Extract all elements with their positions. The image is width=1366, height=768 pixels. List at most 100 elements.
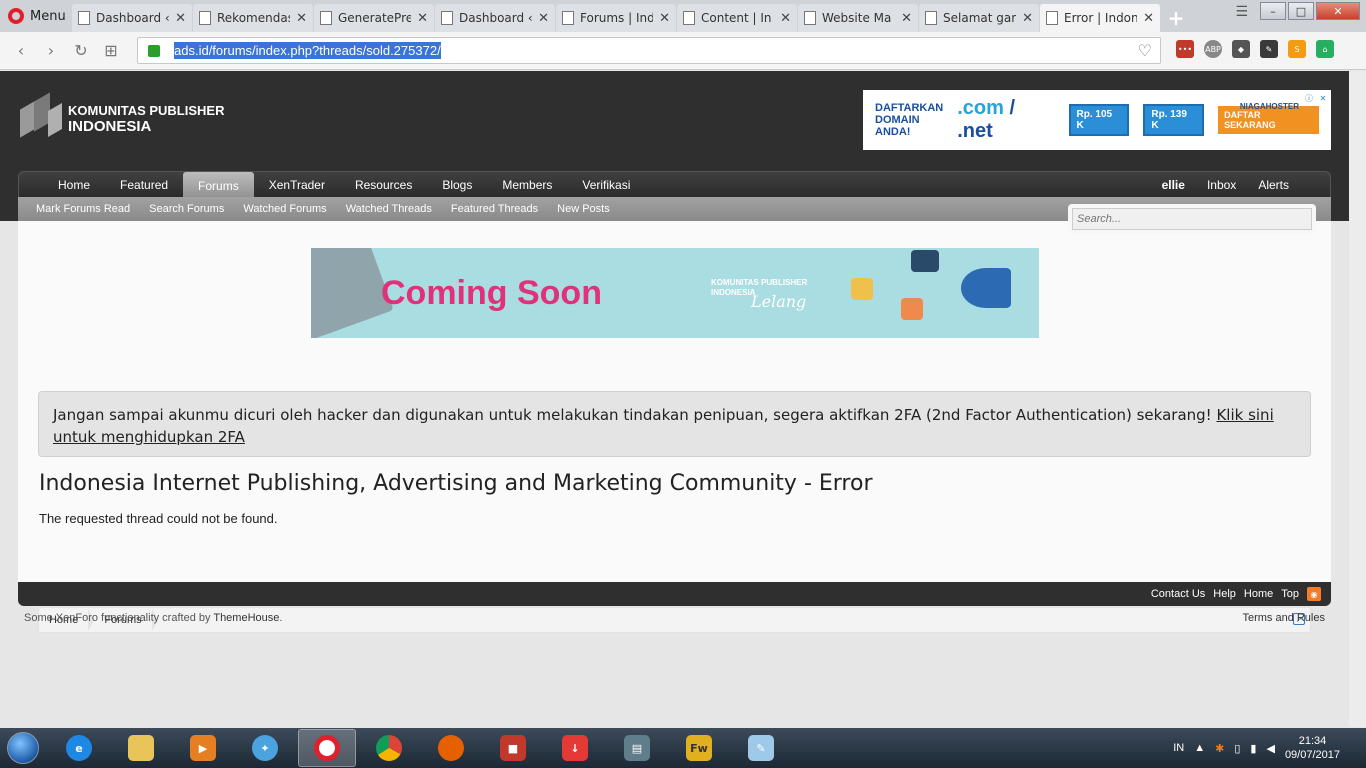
site-logo[interactable]: KOMUNITAS PUBLISHER INDONESIA [20, 92, 224, 145]
start-button[interactable] [0, 728, 46, 768]
page-icon [78, 11, 90, 25]
tray-device-icon[interactable]: ▯ [1234, 742, 1240, 755]
window-close-button[interactable]: ✕ [1316, 2, 1360, 20]
nav-tab-members[interactable]: Members [487, 172, 567, 198]
rss-icon[interactable]: ◉ [1307, 587, 1321, 601]
credit-prefix: Some XenForo functionality crafted by [24, 612, 214, 624]
nav-tab-blogs[interactable]: Blogs [427, 172, 487, 198]
tab-menu-icon[interactable]: ☰ [1235, 4, 1248, 20]
inbox-link[interactable]: Inbox [1196, 172, 1247, 198]
close-icon[interactable]: ✕ [175, 11, 186, 26]
terms-and-rules-link[interactable]: Terms and Rules [1242, 612, 1325, 624]
opera-menu-button[interactable]: Menu [0, 0, 72, 32]
tab-8-active[interactable]: Error | Indon ✕ [1040, 4, 1160, 32]
tab-3[interactable]: Dashboard ‹ ✕ [435, 4, 555, 32]
close-icon[interactable]: ✕ [1143, 11, 1154, 26]
tray-expand-icon[interactable]: ▲ [1194, 742, 1205, 754]
footer-top[interactable]: Top [1281, 588, 1299, 600]
page-icon [441, 11, 453, 25]
url-field[interactable]: ads.id/forums/index.php?threads/sold.275… [137, 37, 1161, 64]
adchoices-icon[interactable]: ⓘ [1303, 92, 1315, 104]
user-menu[interactable]: ellie [1151, 172, 1196, 198]
download-icon: ↓ [562, 735, 588, 761]
taskbar-notes[interactable]: ✎ [732, 729, 790, 767]
signal-icon[interactable]: ▮ [1250, 742, 1256, 755]
search-input[interactable] [1072, 208, 1312, 230]
forward-icon[interactable]: › [36, 41, 66, 60]
alerts-link[interactable]: Alerts [1247, 172, 1300, 198]
page-scrollbar[interactable] [1349, 71, 1366, 727]
taskbar-fireworks[interactable]: Fw [670, 729, 728, 767]
close-icon[interactable]: ✕ [780, 11, 791, 26]
taskbar-opera[interactable] [298, 729, 356, 767]
footer-help[interactable]: Help [1213, 588, 1236, 600]
tray-app-icon[interactable]: ✱ [1215, 742, 1224, 755]
minimize-button[interactable]: – [1260, 2, 1286, 20]
language-indicator[interactable]: IN [1173, 742, 1184, 754]
ad-close-icon[interactable]: ✕ [1317, 92, 1329, 104]
subnav-search-forums[interactable]: Search Forums [149, 203, 224, 215]
close-icon[interactable]: ✕ [417, 11, 428, 26]
windows-taskbar: e ▶ ✦ ■ ↓ ▤ Fw ✎ IN ▲ ✱ ▯ ▮ ◀ 21:34 09/0… [0, 728, 1366, 768]
nav-tab-featured[interactable]: Featured [105, 172, 183, 198]
firefox-icon [438, 735, 464, 761]
tab-label: GeneratePre [338, 11, 412, 25]
tab-6[interactable]: Website Ma ✕ [798, 4, 918, 32]
bookmark-heart-icon[interactable]: ♡ [1138, 41, 1152, 60]
tab-4[interactable]: Forums | Ind ✕ [556, 4, 676, 32]
clock[interactable]: 21:34 09/07/2017 [1285, 734, 1340, 762]
taskbar-window[interactable]: ▤ [608, 729, 666, 767]
subnav-new-posts[interactable]: New Posts [557, 203, 610, 215]
tab-5[interactable]: Content | In ✕ [677, 4, 797, 32]
new-tab-button[interactable]: + [1161, 4, 1191, 32]
close-icon[interactable]: ✕ [659, 11, 670, 26]
tab-2[interactable]: GeneratePre ✕ [314, 4, 434, 32]
internet-explorer-icon: e [66, 735, 92, 761]
search-box [1068, 204, 1316, 234]
tab-1[interactable]: Rekomendas ✕ [193, 4, 313, 32]
page-icon [925, 11, 937, 25]
taskbar-explorer[interactable] [112, 729, 170, 767]
adblock-icon[interactable]: ABP [1204, 40, 1222, 58]
home-extension-icon[interactable]: ⌂ [1316, 40, 1334, 58]
tab-label: Selamat gan [943, 11, 1017, 25]
subnav-mark-forums-read[interactable]: Mark Forums Read [36, 203, 130, 215]
url-text[interactable]: ads.id/forums/index.php?threads/sold.275… [174, 42, 441, 59]
nav-tab-xentrader[interactable]: XenTrader [254, 172, 340, 198]
speed-dial-icon[interactable]: ⊞ [96, 41, 126, 60]
nav-tab-home[interactable]: Home [43, 172, 105, 198]
volume-icon[interactable]: ◀ [1266, 742, 1274, 755]
subnav-watched-forums[interactable]: Watched Forums [243, 203, 326, 215]
evernote-icon[interactable]: ✎ [1260, 40, 1278, 58]
taskbar-media[interactable]: ▶ [174, 729, 232, 767]
reload-icon[interactable]: ↻ [66, 41, 96, 60]
nav-tab-forums[interactable]: Forums [183, 172, 254, 199]
close-icon[interactable]: ✕ [296, 11, 307, 26]
nav-tab-verifikasi[interactable]: Verifikasi [567, 172, 645, 198]
nav-tab-resources[interactable]: Resources [340, 172, 427, 198]
taskbar-ie[interactable]: e [50, 729, 108, 767]
taskbar-downloader[interactable]: ↓ [546, 729, 604, 767]
close-icon[interactable]: ✕ [1022, 11, 1033, 26]
close-icon[interactable]: ✕ [538, 11, 549, 26]
footer-contact-us[interactable]: Contact Us [1151, 588, 1205, 600]
tab-0[interactable]: Dashboard ‹ ✕ [72, 4, 192, 32]
footer-home[interactable]: Home [1244, 588, 1273, 600]
close-icon[interactable]: ✕ [901, 11, 912, 26]
extension-icon[interactable]: ••• [1176, 40, 1194, 58]
taskbar-chrome[interactable] [360, 729, 418, 767]
taskbar-firefox[interactable] [422, 729, 480, 767]
coming-soon-banner[interactable]: Coming Soon KOMUNITAS PUBLISHER INDONESI… [311, 248, 1039, 338]
tab-7[interactable]: Selamat gan ✕ [919, 4, 1039, 32]
taskbar-safari[interactable]: ✦ [236, 729, 294, 767]
subnav-featured-threads[interactable]: Featured Threads [451, 203, 538, 215]
ad-headline-2: DOMAIN [875, 114, 920, 126]
domain-ad-banner[interactable]: DAFTARKAN DOMAIN ANDA! .com / .net Rp. 1… [863, 90, 1331, 150]
subnav-watched-threads[interactable]: Watched Threads [346, 203, 432, 215]
shield-icon[interactable]: ◆ [1232, 40, 1250, 58]
themehouse-link[interactable]: ThemeHouse [213, 612, 279, 624]
taskbar-app[interactable]: ■ [484, 729, 542, 767]
maximize-button[interactable]: □ [1288, 2, 1314, 20]
seo-icon[interactable]: S [1288, 40, 1306, 58]
back-icon[interactable]: ‹ [6, 41, 36, 60]
